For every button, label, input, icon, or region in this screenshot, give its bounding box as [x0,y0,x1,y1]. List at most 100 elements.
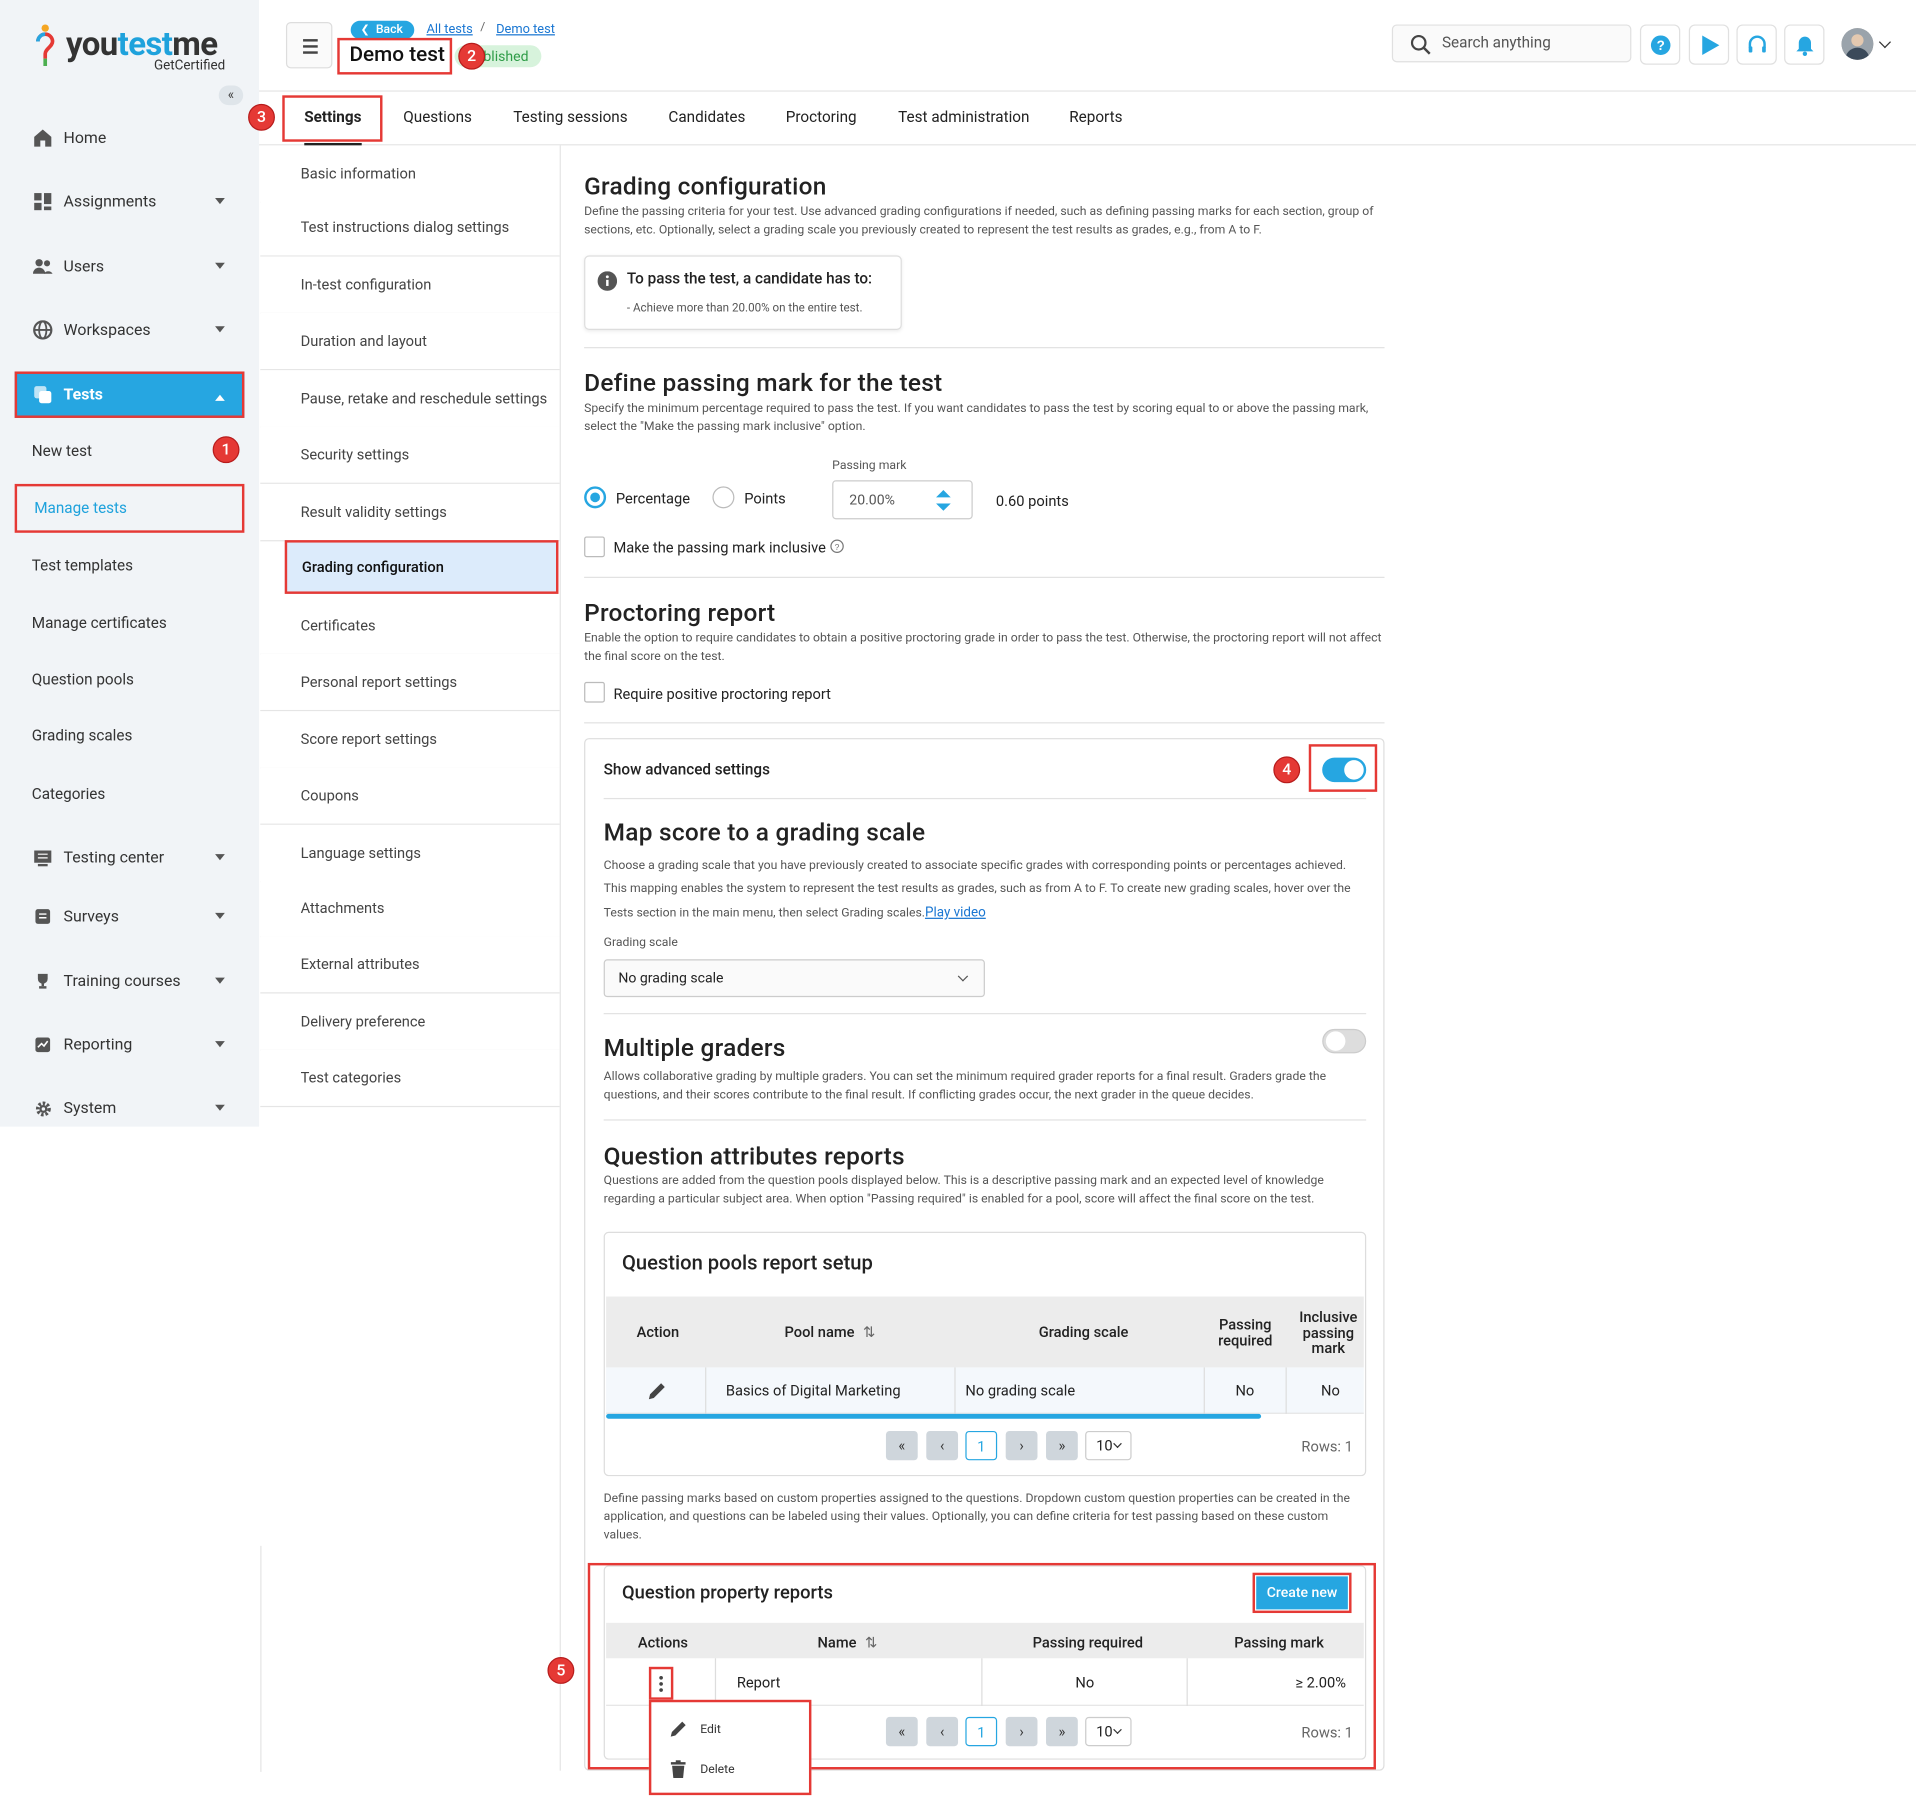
tab-questions[interactable]: Questions [403,92,472,146]
first-page-button[interactable]: « [885,1716,918,1747]
sidebar-item-tests[interactable]: Tests [14,371,245,418]
tab-candidates[interactable]: Candidates [668,92,745,146]
sidebar-item-users[interactable]: Users [0,242,259,291]
multiple-graders-toggle[interactable] [1322,1028,1367,1054]
passing-mark-label: Passing mark [832,459,907,473]
proctoring-checkbox[interactable] [584,681,605,703]
settings-item-duration-layout[interactable]: Duration and layout [260,312,560,371]
sidebar-item-system[interactable]: System [0,1084,259,1133]
svg-text:?: ? [1656,37,1664,52]
tab-proctoring[interactable]: Proctoring [786,92,857,146]
page-size-value: 10 [1096,1723,1113,1741]
page-number-button[interactable]: 1 [965,1430,998,1461]
step-badge-4: 4 [1273,756,1301,784]
menu-toggle-button[interactable] [285,21,333,69]
logo[interactable]: youtestme GetCertified [34,22,225,73]
prev-page-button[interactable]: ‹ [926,1430,959,1461]
breadcrumb-demo-test[interactable]: Demo test [496,21,555,37]
settings-item-certificates[interactable]: Certificates [260,597,560,655]
row-actions-button[interactable] [648,1666,674,1700]
support-button[interactable] [1736,24,1777,65]
menu-item-edit[interactable]: Edit [668,1719,721,1739]
sidebar-item-grading-scales[interactable]: Grading scales [0,711,259,760]
sidebar-item-test-templates[interactable]: Test templates [0,541,259,590]
settings-item-attachments[interactable]: Attachments [260,879,560,938]
notifications-button[interactable] [1784,24,1825,65]
sidebar-item-home[interactable]: Home [0,114,259,163]
last-page-button[interactable]: » [1046,1430,1078,1461]
settings-item-basic-information[interactable]: Basic information [260,145,560,203]
create-new-button[interactable]: Create new [1252,1572,1352,1614]
settings-item-coupons[interactable]: Coupons [260,767,560,825]
tab-bar: Settings Questions Testing sessions Cand… [259,92,1916,146]
highlight-toggle [1308,744,1378,792]
breadcrumb-all-tests[interactable]: All tests [426,21,472,37]
play-button[interactable] [1688,24,1730,65]
page-number-button[interactable]: 1 [965,1716,998,1747]
settings-item-score-report[interactable]: Score report settings [260,711,560,769]
sidebar-item-assignments[interactable]: Assignments [0,177,259,226]
settings-item-personal-report[interactable]: Personal report settings [260,653,560,712]
radio-percentage-label: Percentage [615,490,690,508]
chevron-down-icon [215,1041,225,1048]
sidebar-item-label: Tests [63,385,103,404]
settings-item-test-categories[interactable]: Test categories [260,1049,560,1108]
page-size-select[interactable]: 10 [1085,1430,1132,1461]
collapse-sidebar-button[interactable]: « [218,85,244,106]
sidebar-item-categories[interactable]: Categories [0,770,259,819]
sidebar-item-manage-certificates[interactable]: Manage certificates [0,599,259,648]
stepper-up-icon[interactable] [936,490,951,498]
sidebar-item-testing-center[interactable]: Testing center [0,833,259,882]
tab-testing-sessions[interactable]: Testing sessions [513,92,627,146]
grading-scale-select[interactable]: No grading scale [603,959,985,998]
chevron-down-icon[interactable] [1878,36,1891,49]
next-page-button[interactable]: › [1005,1430,1038,1461]
settings-item-delivery-preference[interactable]: Delivery preference [260,993,560,1051]
prev-page-button[interactable]: ‹ [926,1716,959,1747]
section-title-proctoring: Proctoring report [584,597,776,627]
next-page-button[interactable]: › [1005,1716,1038,1747]
tab-test-administration[interactable]: Test administration [898,92,1029,146]
pool-passing-cell: No [1235,1382,1255,1400]
page-size-select[interactable]: 10 [1085,1716,1132,1747]
sidebar-item-surveys[interactable]: Surveys [0,892,259,941]
settings-item-language[interactable]: Language settings [260,824,560,883]
passing-mark-input[interactable]: 20.00% [832,480,973,520]
help-button[interactable]: ? [1639,24,1681,65]
menu-item-delete[interactable]: Delete [668,1760,735,1780]
sidebar-item-training-courses[interactable]: Training courses [0,957,259,1006]
sidebar-item-workspaces[interactable]: Workspaces [0,306,259,355]
sidebar-item-reporting[interactable]: Reporting [0,1020,259,1069]
sidebar-item-question-pools[interactable]: Question pools [0,655,259,704]
settings-item-grading-configuration[interactable]: Grading configuration [284,540,559,594]
hamburger-line [303,45,318,48]
settings-item-in-test-configuration[interactable]: In-test configuration [260,256,560,315]
step-badge-1: 1 [212,436,240,464]
first-page-button[interactable]: « [885,1430,918,1461]
pools-table-title: Question pools report setup [621,1252,873,1276]
back-button[interactable]: ❮ Back [350,20,414,40]
radio-points[interactable] [712,486,735,509]
play-video-link[interactable]: Play video [925,904,986,920]
horizontal-scrollbar[interactable] [606,1413,1262,1419]
settings-item-result-validity[interactable]: Result validity settings [260,483,560,542]
radio-percentage[interactable] [584,486,607,509]
edit-icon[interactable] [646,1381,667,1402]
step-badge-3: 3 [248,103,275,131]
last-page-button[interactable]: » [1046,1716,1078,1747]
settings-item-pause-retake[interactable]: Pause, retake and reschedule settings [260,370,560,428]
col-pool-name[interactable]: Pool name ⇅ [785,1323,876,1340]
settings-item-test-instructions[interactable]: Test instructions dialog settings [260,199,560,257]
tests-icon [32,384,54,406]
tab-reports[interactable]: Reports [1069,92,1122,146]
inclusive-checkbox[interactable] [584,536,605,558]
help-circle-icon[interactable]: ? [830,539,845,554]
avatar[interactable] [1841,28,1874,60]
settings-item-security[interactable]: Security settings [260,426,560,484]
search-input[interactable]: Search anything [1391,24,1632,63]
settings-item-external-attributes[interactable]: External attributes [260,936,560,994]
stepper-down-icon[interactable] [936,503,951,511]
sidebar-item-manage-tests[interactable]: Manage tests [14,483,245,533]
section-title-question-attributes: Question attributes reports [603,1141,905,1171]
col-name[interactable]: Name ⇅ [818,1634,878,1651]
